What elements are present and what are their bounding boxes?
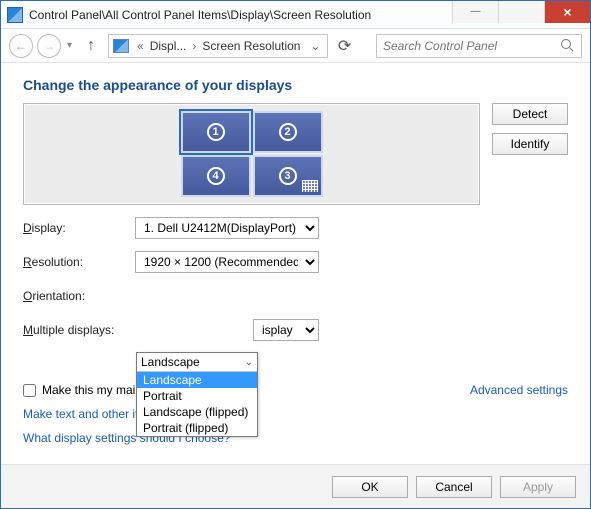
chevron-down-icon: ⌄ <box>245 357 253 368</box>
monitor-2[interactable]: 2 <box>253 111 323 153</box>
orientation-select-head[interactable]: Landscape ⌄ <box>137 353 257 372</box>
preview-side-buttons: Detect Identify <box>492 103 568 155</box>
back-button[interactable]: ← <box>9 34 33 58</box>
monitor-1[interactable]: 1 <box>181 111 251 153</box>
nav-bar: ← → ▾ ↑ « Displ... › Screen Resolution ⌄… <box>1 29 590 63</box>
main-display-row: Make this my main display Advanced setti… <box>23 383 568 397</box>
taskbar-icon <box>302 180 318 192</box>
preview-row: 1 2 4 3 Detect Identify <box>23 103 568 205</box>
page-title: Change the appearance of your displays <box>23 77 568 93</box>
refresh-button[interactable]: ⟳ <box>332 34 358 58</box>
search-icon[interactable] <box>561 39 575 53</box>
content-area: Change the appearance of your displays 1… <box>1 63 590 464</box>
orientation-select[interactable]: Landscape ⌄ Landscape Portrait Landscape… <box>136 352 258 437</box>
title-bar: Control Panel\All Control Panel Items\Di… <box>1 1 590 29</box>
display-row: DDisplay:isplay: 1. Dell U2412M(DisplayP… <box>23 217 568 239</box>
apply-button[interactable]: Apply <box>500 476 576 498</box>
orientation-option-portrait[interactable]: Portrait <box>137 388 257 404</box>
text-size-link[interactable]: Make text and other items larger or smal… <box>23 407 568 421</box>
resolution-select[interactable]: 1920 × 1200 (Recommended) <box>135 251 319 273</box>
window-controls: — × <box>452 1 590 23</box>
breadcrumb-segment[interactable]: Displ... <box>148 39 189 53</box>
display-icon <box>7 7 23 23</box>
monitor-3[interactable]: 3 <box>253 155 323 197</box>
orientation-option-landscape-flipped[interactable]: Landscape (flipped) <box>137 404 257 420</box>
display-preview[interactable]: 1 2 4 3 <box>23 103 480 205</box>
display-label: DDisplay:isplay: <box>23 221 135 235</box>
orientation-select-value: Landscape <box>141 355 200 369</box>
main-display-checkbox[interactable] <box>23 384 36 397</box>
forward-button[interactable]: → <box>37 34 61 58</box>
search-input[interactable] <box>377 39 561 53</box>
identify-button[interactable]: Identify <box>492 133 568 155</box>
window-title: Control Panel\All Control Panel Items\Di… <box>29 8 452 22</box>
multiple-displays-row: Multiple displays:Multiple displays: isp… <box>23 319 568 341</box>
ok-button[interactable]: OK <box>332 476 408 498</box>
display-select[interactable]: 1. Dell U2412M(DisplayPort) <box>135 217 319 239</box>
minimize-button[interactable]: — <box>452 1 498 23</box>
resolution-row: Resolution:Resolution: 1920 × 1200 (Reco… <box>23 251 568 273</box>
address-dropdown-button[interactable]: ⌄ <box>304 39 326 53</box>
advanced-settings-link[interactable]: Advanced settings <box>470 383 568 397</box>
dialog-footer: OK Cancel Apply <box>1 464 590 508</box>
detect-button[interactable]: Detect <box>492 103 568 125</box>
orientation-label: Orientation:Orientation: <box>23 289 135 303</box>
orientation-option-portrait-flipped[interactable]: Portrait (flipped) <box>137 420 257 436</box>
search-box[interactable] <box>376 34 582 58</box>
resolution-label: Resolution:Resolution: <box>23 255 135 269</box>
cancel-button[interactable]: Cancel <box>416 476 492 498</box>
multiple-displays-select-partial[interactable]: isplay <box>253 319 319 341</box>
maximize-button[interactable] <box>498 1 544 23</box>
up-button[interactable]: ↑ <box>78 34 104 58</box>
close-button[interactable]: × <box>544 1 590 23</box>
multiple-displays-label: Multiple displays:Multiple displays: <box>23 323 135 337</box>
orientation-option-landscape[interactable]: Landscape <box>137 372 257 388</box>
screen-resolution-window: Control Panel\All Control Panel Items\Di… <box>0 0 591 509</box>
monitor-4[interactable]: 4 <box>181 155 251 197</box>
display-icon <box>113 39 129 53</box>
address-bar[interactable]: « Displ... › Screen Resolution ⌄ <box>108 34 328 58</box>
recent-locations-button[interactable]: ▾ <box>65 40 74 51</box>
breadcrumb-segment[interactable]: Screen Resolution <box>200 39 304 53</box>
monitor-layout: 1 2 4 3 <box>181 111 323 197</box>
chevron-right-icon: › <box>188 39 200 53</box>
help-link[interactable]: What display settings should I choose? <box>23 431 568 445</box>
chevron-right-icon: « <box>133 39 148 53</box>
orientation-row: Orientation:Orientation: <box>23 285 568 307</box>
